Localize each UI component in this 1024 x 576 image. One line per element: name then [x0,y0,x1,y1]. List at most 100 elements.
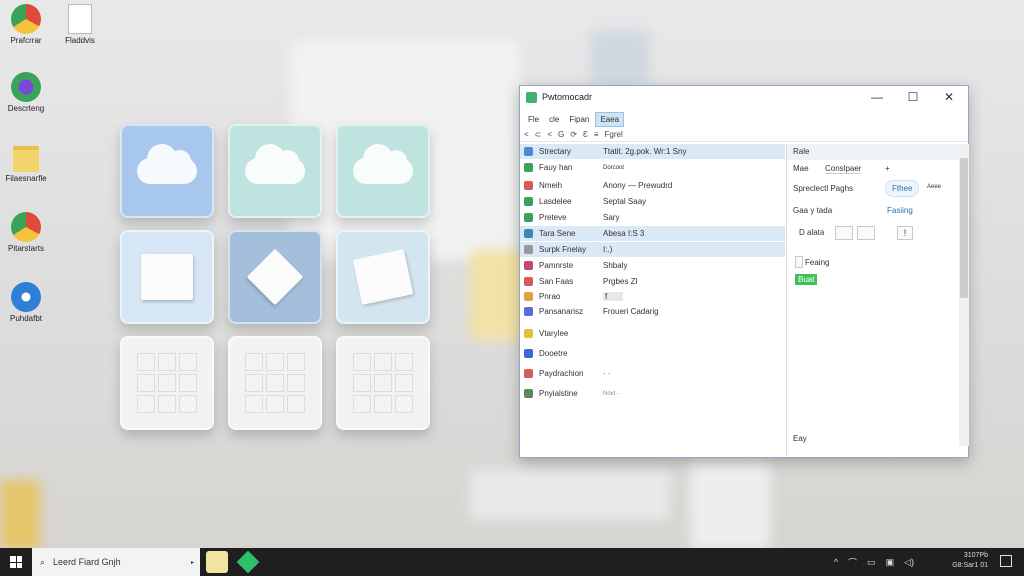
pages-icon [352,249,414,305]
tag-icon [246,248,304,306]
menu-item-view[interactable]: Fipan [565,113,593,126]
edit-tool-icon[interactable]: Ɛ [583,130,588,139]
chevron-up-icon[interactable]: ^ [834,557,838,567]
row-value: Septal Saay [603,197,647,206]
chrome-icon [11,212,41,242]
display-icon[interactable]: ▣ [886,557,895,568]
list-item[interactable]: Pnrao f [520,289,785,304]
notification-icon[interactable] [1000,555,1012,567]
list-item[interactable]: Vtarylee [520,326,785,341]
field-button[interactable]: ! [897,226,913,240]
app-window: Pwtomocadr — ☐ ✕ Fle cle Fipan Eaea < ⊂ … [519,85,969,458]
details-header: Rale [787,144,969,160]
menu-item-file[interactable]: Fle [524,113,543,126]
checkbox[interactable] [795,256,803,268]
forward-icon[interactable]: ⊂ [535,130,542,139]
desktop-icon-1[interactable]: Fladdvis [58,4,102,45]
clock-date: G8:Sar1 01 [952,562,988,569]
up-icon[interactable]: < [547,130,552,139]
list-item[interactable]: Pnyialstine Novt· · [520,386,785,401]
desktop-icon-0[interactable]: Prafcrrar [4,4,48,45]
pages-tile[interactable] [336,230,430,324]
system-tray: ^ ⌒ ▭ ▣ ◁) [824,548,914,576]
scrollbar[interactable] [959,146,969,446]
close-button[interactable]: ✕ [932,86,966,108]
calendar-icon [137,353,197,413]
list-item[interactable]: Surpk Fnelay I:.) [520,242,785,257]
menu-item-active[interactable]: Eaea [595,111,625,127]
minimize-button[interactable]: — [860,86,894,108]
note-icon [141,254,193,300]
list-item[interactable]: Pansanarisz Froueri Cadarig [520,304,785,319]
row-icon [524,181,533,190]
row-value: Dorcoot [603,164,625,171]
note-tile[interactable] [120,230,214,324]
detail-toggle[interactable]: Fthee [885,180,920,197]
row-label: Surpk Fnelay [539,245,587,254]
cloud-tile[interactable] [228,124,322,218]
maximize-button[interactable]: ☐ [896,86,930,108]
calendar-tile[interactable] [228,336,322,430]
tab-main[interactable]: Mae [793,164,809,173]
details-pane: Rale Mae Conslpaer + Spreclectl Paghs Ft… [786,144,969,456]
start-button[interactable] [0,548,32,576]
toolbar-label[interactable]: Fgrel [605,130,623,139]
row-label: Paydrachion [539,369,584,378]
row-value: Anony — Prewudrd [603,181,673,190]
list-item[interactable]: Lasdelee Septal Saay [520,194,785,209]
search-tool-icon[interactable]: G [558,130,564,139]
shape-tile[interactable] [228,230,322,324]
row-label: Pansanarisz [539,307,584,316]
desktop-icon-5[interactable]: Puhdafbt [4,282,48,323]
cloud-tile[interactable] [336,124,430,218]
field-box[interactable] [857,226,875,240]
scrollbar-thumb[interactable] [960,158,968,298]
desktop-icon-2[interactable]: Descrteng [4,72,48,113]
calendar-tile[interactable] [336,336,430,430]
row-label: Vtarylee [539,329,569,338]
calendar-icon [245,353,305,413]
row-value: · · [603,369,611,378]
row-value: Shbaly [603,261,628,270]
list-item[interactable]: Dooetre [520,346,785,361]
list-item[interactable]: Strectary Ttatit. 2g.pok. Wr:1 Sny [520,144,785,159]
network-icon[interactable]: ⌒ [848,556,857,569]
row-value: f [603,292,624,301]
background-bin [690,460,770,550]
menu-item-edit[interactable]: cle [545,113,563,126]
list-item[interactable]: Nmeih Anony — Prewudrd [520,178,785,193]
row-icon [524,277,533,286]
list-item[interactable]: Fauy han Dorcoot [520,160,785,175]
list-item[interactable]: Tara Sene Abesa I:S 3 [520,226,785,241]
clock[interactable]: 3107Pb G8:Sar1 01 [952,551,988,571]
list-icon[interactable]: ≡ [594,130,599,139]
volume-icon[interactable]: ◁) [904,557,914,568]
document-icon [68,4,92,34]
list-item[interactable]: Pamnrste Shbaly [520,258,785,273]
list-item[interactable]: Preteve Sary [520,210,785,225]
folder-icon [13,146,39,172]
row-icon [524,369,533,378]
tab-add[interactable]: + [885,164,890,173]
tab-computer[interactable]: Conslpaer [825,164,862,174]
desktop-icon-4[interactable]: Pitarstarts [4,212,48,253]
desktop-icon-3[interactable]: Filaesnarfle [4,142,48,183]
back-icon[interactable]: < [524,130,529,139]
row-label: Preteve [539,213,567,222]
row-label: Pnrao [539,292,561,301]
taskbar-app-explorer[interactable] [206,551,228,573]
battery-icon[interactable]: ▭ [867,557,876,568]
taskbar-app-icon[interactable] [236,550,260,574]
desktop-icon-label: Prafcrrar [10,36,42,45]
list-item[interactable]: Paydrachion · · [520,366,785,381]
background-bag [590,30,650,85]
detail-link[interactable]: Fasiing [887,206,913,215]
list-item[interactable]: San Faas Prgbes ZI [520,274,785,289]
cloud-tile[interactable] [120,124,214,218]
taskbar-search[interactable]: ⌕ Leerd Fiard Gnjh ▸ [32,548,200,576]
status-badge: Buat [795,274,818,285]
row-icon [524,245,533,254]
calendar-tile[interactable] [120,336,214,430]
refresh-icon[interactable]: ⟳ [570,130,577,139]
field-box[interactable] [835,226,853,240]
